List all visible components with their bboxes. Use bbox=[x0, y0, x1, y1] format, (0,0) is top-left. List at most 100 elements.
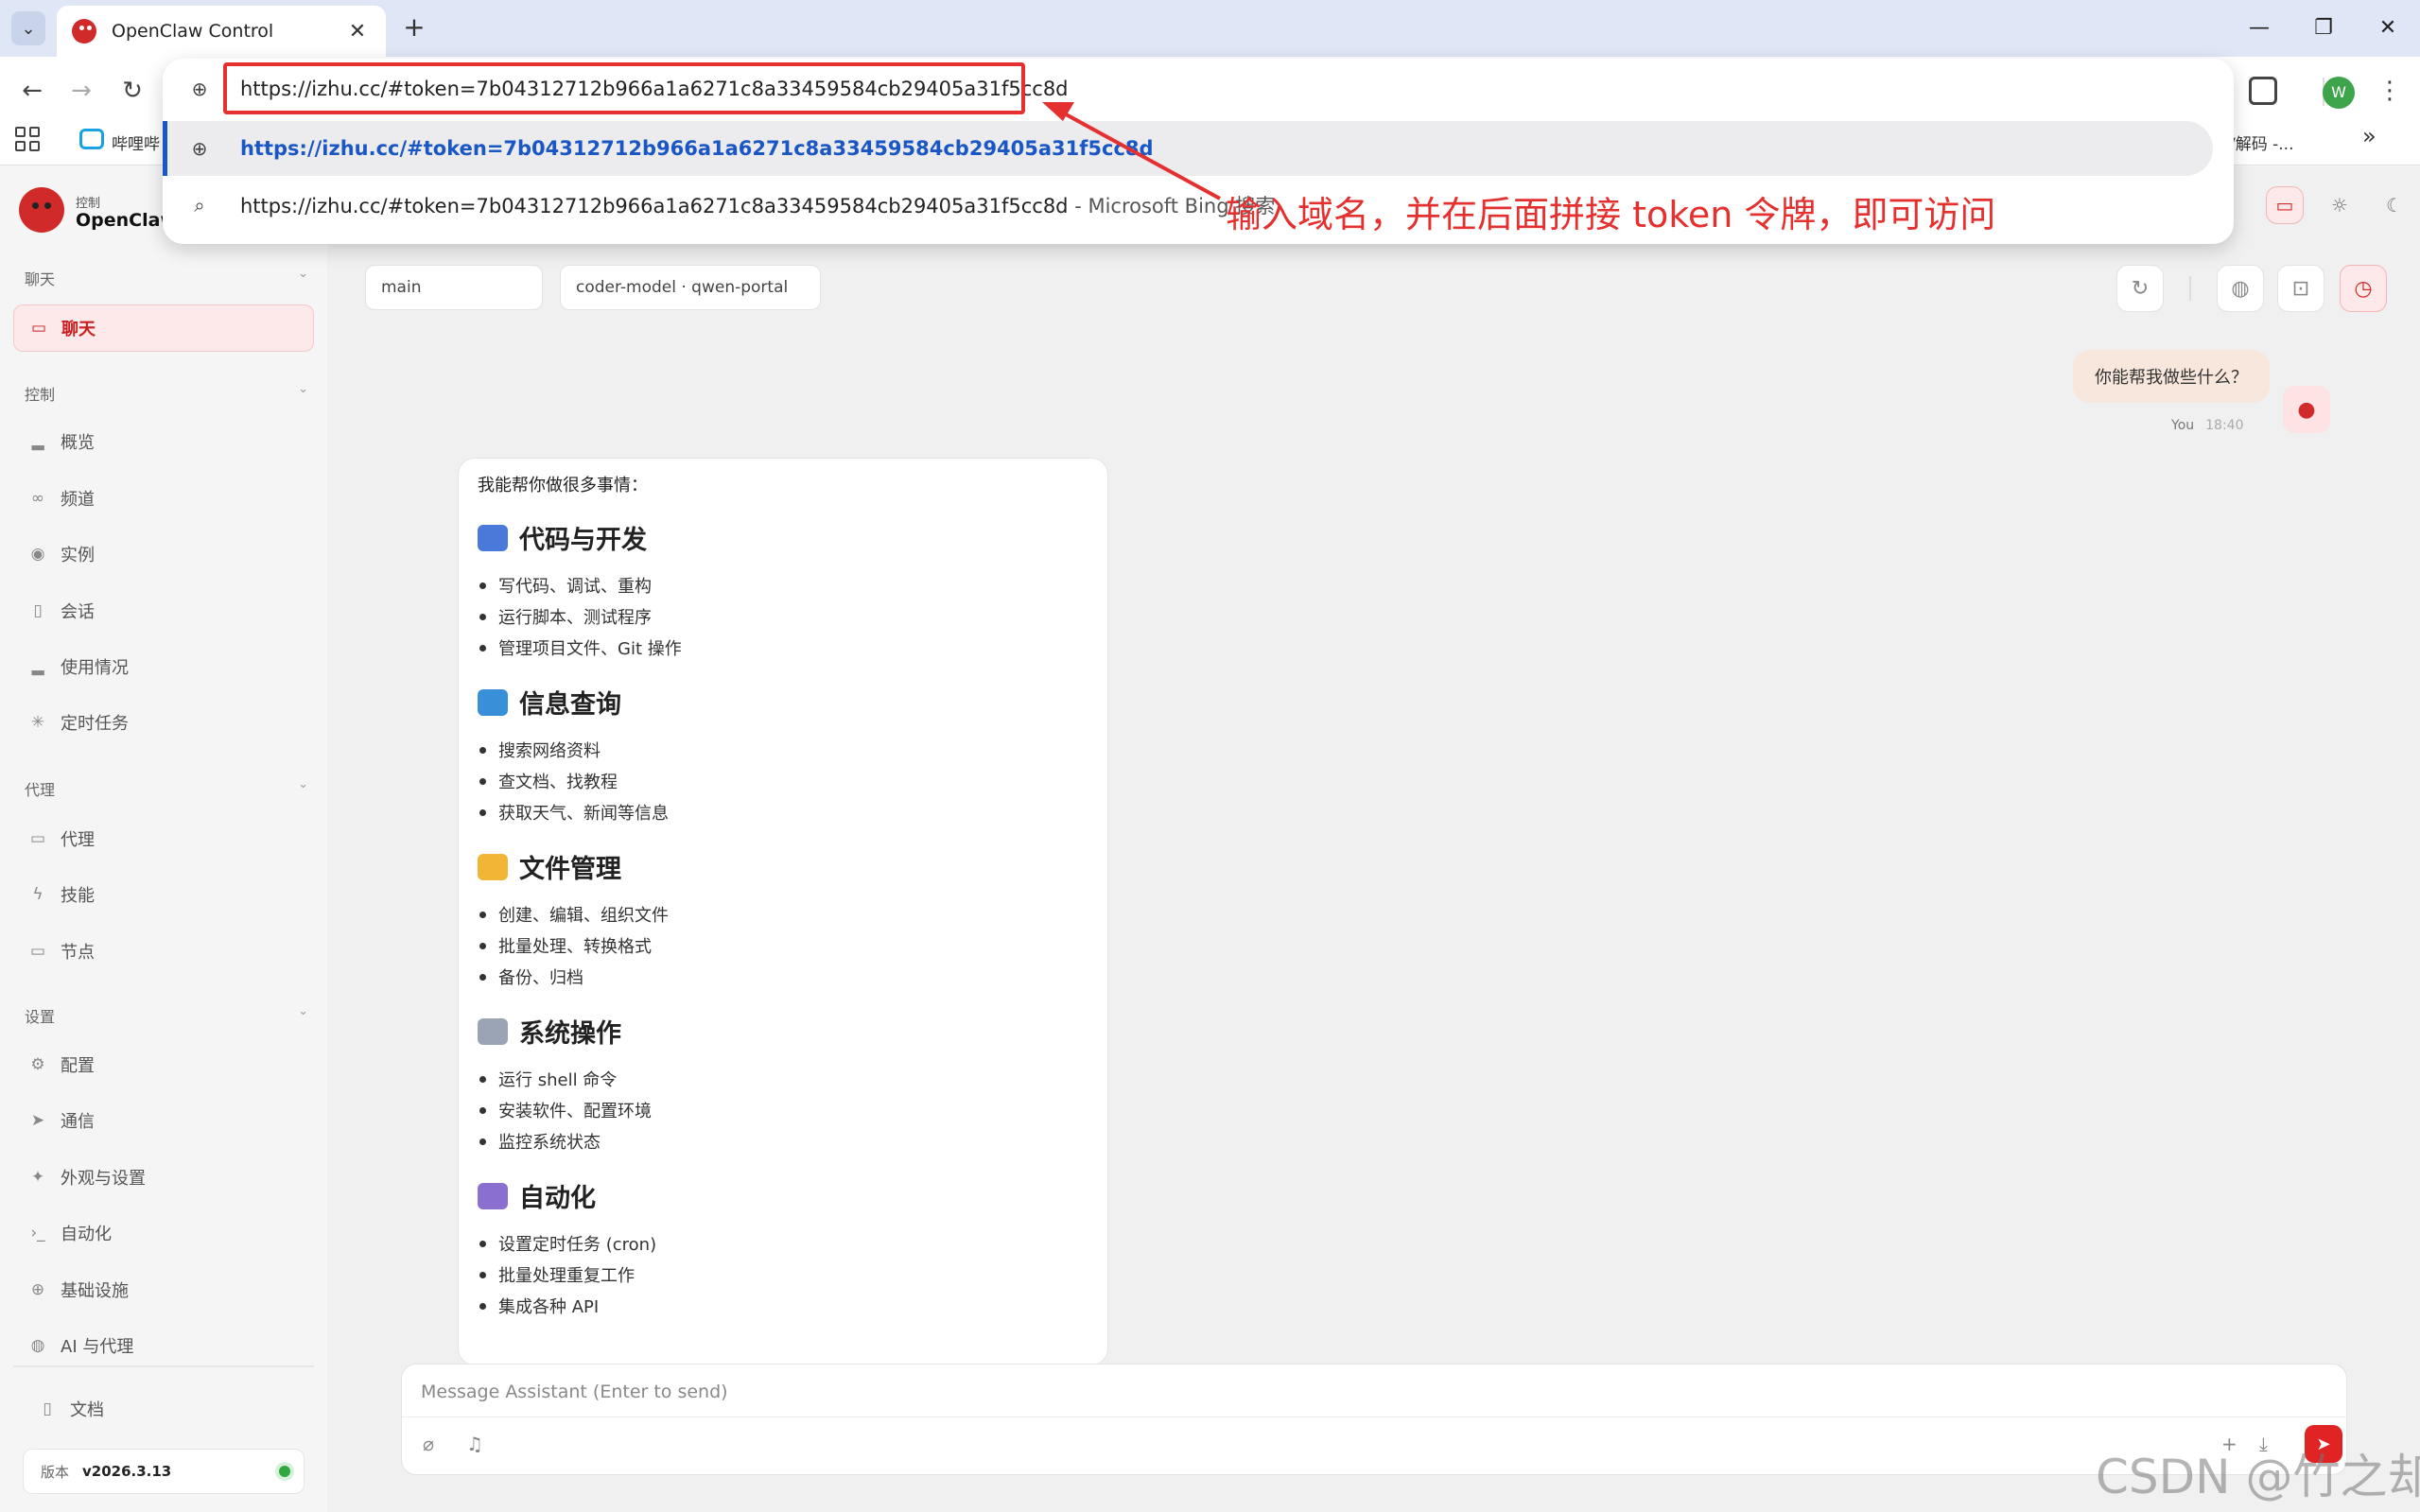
section-header-settings[interactable]: 设置 ⌄ bbox=[25, 1004, 308, 1027]
terminal-icon: ›_ bbox=[30, 1224, 45, 1243]
brain-icon: ◍ bbox=[2231, 276, 2250, 301]
list-item: 获取天气、新闻等信息 bbox=[478, 800, 1088, 831]
laptop-emoji bbox=[478, 524, 508, 551]
chat-icon: ▭ bbox=[30, 319, 47, 338]
sidebar-item-usage[interactable]: ▂ 使用情况 bbox=[13, 643, 314, 690]
assistant-section-title: 信息查询 bbox=[519, 690, 621, 720]
chevron-down-icon: ⌄ bbox=[298, 382, 308, 396]
focus-mode-button[interactable]: ⊡ bbox=[2277, 265, 2324, 312]
sidebar-item-automation[interactable]: ›_ 自动化 bbox=[13, 1209, 314, 1257]
section-header-chat[interactable]: 聊天 ⌄ bbox=[25, 267, 308, 289]
assistant-section-list: 创建、编辑、组织文件 批量处理、转换格式 备份、归档 bbox=[478, 902, 1088, 996]
session-select[interactable]: main bbox=[365, 265, 543, 310]
watermark: CSDN @竹之却 bbox=[2096, 1450, 2420, 1504]
folder-icon: ▭ bbox=[29, 829, 46, 848]
chevron-down-icon: ⌄ bbox=[298, 267, 308, 281]
assistant-section-title: 代码与开发 bbox=[519, 526, 647, 555]
refresh-icon: ↻ bbox=[2131, 276, 2150, 301]
list-item: 批量处理重复工作 bbox=[478, 1262, 1088, 1294]
list-item: 安装软件、配置环境 bbox=[478, 1098, 1088, 1129]
sidebar-item-chat[interactable]: ▭ 聊天 bbox=[13, 304, 314, 352]
folder-emoji bbox=[478, 853, 508, 880]
link-icon: ∞ bbox=[30, 489, 45, 508]
message-time: 18:40 bbox=[2205, 418, 2244, 433]
assistant-message: 我能帮你做很多事情： 代码与开发写代码、调试、重构 运行脚本、测试程序 管理项目文件… bbox=[458, 458, 1108, 1365]
chevron-down-icon: ⌄ bbox=[298, 777, 308, 791]
list-item: 设置定时任务 (cron) bbox=[478, 1231, 1088, 1262]
user-avatar: ● bbox=[2283, 386, 2330, 433]
sidebar-item-skills[interactable]: ϟ 技能 bbox=[13, 871, 314, 918]
section-header-control[interactable]: 控制 ⌄ bbox=[25, 382, 308, 405]
annotation-text: 输入域名，并在后面拼接 token 令牌，即可访问 bbox=[1226, 194, 1996, 235]
assistant-section-list: 写代码、调试、重构 运行脚本、测试程序 管理项目文件、Git 操作 bbox=[478, 573, 1088, 667]
assistant-section-list: 搜索网络资料 查文档、找教程 获取天气、新闻等信息 bbox=[478, 738, 1088, 831]
brain-icon: ◍ bbox=[30, 1336, 45, 1355]
assistant-section-title: 自动化 bbox=[519, 1184, 596, 1213]
assistant-section-heading: 代码与开发 bbox=[478, 519, 1088, 556]
focus-icon: ⊡ bbox=[2291, 276, 2310, 301]
sidebar-item-infrastructure[interactable]: ⊕ 基础设施 bbox=[13, 1266, 314, 1313]
composer-input[interactable]: Message Assistant (Enter to send) bbox=[421, 1382, 728, 1402]
sidebar-item-channels[interactable]: ∞ 频道 bbox=[13, 475, 314, 522]
bar-chart-icon: ▂ bbox=[31, 657, 44, 676]
assistant-section-heading: 文件管理 bbox=[478, 848, 1088, 885]
list-item: 运行 shell 命令 bbox=[478, 1067, 1088, 1098]
gear-emoji bbox=[478, 1017, 508, 1045]
history-button[interactable]: ◷ bbox=[2340, 265, 2387, 312]
assistant-section-title: 文件管理 bbox=[519, 855, 621, 884]
loader-icon: ✳ bbox=[30, 713, 45, 732]
assistant-intro: 我能帮你做很多事情： bbox=[478, 476, 648, 495]
bar-chart-icon: ▂ bbox=[31, 432, 44, 451]
sidebar-item-overview[interactable]: ▂ 概览 bbox=[13, 418, 314, 465]
sidebar-item-nodes[interactable]: ▭ 节点 bbox=[13, 928, 314, 975]
list-item: 集成各种 API bbox=[478, 1294, 1088, 1325]
globe-icon: ⊕ bbox=[30, 1280, 45, 1299]
magnifier-emoji bbox=[478, 688, 508, 716]
composer-divider bbox=[402, 1416, 2348, 1417]
list-item: 运行脚本、测试程序 bbox=[478, 604, 1088, 635]
annotation-arrow bbox=[1042, 102, 1221, 200]
monitor-icon: ▭ bbox=[29, 942, 46, 961]
document-icon: ▯ bbox=[33, 601, 43, 620]
version-label: 版本 bbox=[41, 1463, 70, 1481]
user-message-meta: You 18:40 bbox=[2171, 418, 2244, 433]
list-item: 备份、归档 bbox=[478, 965, 1088, 996]
user-name: You bbox=[2171, 418, 2195, 433]
list-item: 创建、编辑、组织文件 bbox=[478, 902, 1088, 933]
sidebar-item-docs[interactable]: ▯ 文档 bbox=[23, 1385, 323, 1433]
sidebar-item-appearance[interactable]: ✦ 外观与设置 bbox=[13, 1154, 314, 1201]
send-icon: ➤ bbox=[30, 1111, 45, 1130]
section-header-agents[interactable]: 代理 ⌄ bbox=[25, 777, 308, 800]
chevron-down-icon: ⌄ bbox=[298, 1004, 308, 1018]
list-item: 管理项目文件、Git 操作 bbox=[478, 635, 1088, 667]
status-online-icon bbox=[279, 1466, 290, 1477]
sparkle-icon: ✦ bbox=[30, 1168, 45, 1187]
assistant-section-heading: 信息查询 bbox=[478, 684, 1088, 721]
sidebar-item-instances[interactable]: ◉ 实例 bbox=[13, 530, 314, 578]
assistant-section-heading: 系统操作 bbox=[478, 1013, 1088, 1050]
attach-icon[interactable]: ⌀ bbox=[423, 1433, 434, 1455]
radio-icon: ◉ bbox=[30, 545, 45, 564]
user-message-bubble: 你能帮我做些什么？ bbox=[2073, 350, 2270, 403]
sidebar-divider bbox=[13, 1365, 314, 1367]
microphone-icon[interactable]: ♫ bbox=[466, 1433, 483, 1455]
sidebar-item-ai-agents[interactable]: ◍ AI 与代理 bbox=[13, 1322, 314, 1369]
model-select[interactable]: coder-model · qwen-portal bbox=[560, 265, 821, 310]
assistant-sections: 代码与开发写代码、调试、重构 运行脚本、测试程序 管理项目文件、Git 操作信息查询… bbox=[478, 519, 1088, 1325]
thinking-toggle-button[interactable]: ◍ bbox=[2217, 265, 2264, 312]
message-composer[interactable]: Message Assistant (Enter to send) ⌀ ♫ + … bbox=[401, 1364, 2348, 1475]
version-value: v2026.3.13 bbox=[82, 1463, 172, 1480]
sidebar-item-sessions[interactable]: ▯ 会话 bbox=[13, 587, 314, 634]
clock-icon: ◷ bbox=[2354, 276, 2373, 301]
sidebar-item-cron[interactable]: ✳ 定时任务 bbox=[13, 699, 314, 746]
version-badge: 版本 v2026.3.13 bbox=[23, 1449, 305, 1494]
controls-divider bbox=[2189, 276, 2191, 301]
list-item: 查文档、找教程 bbox=[478, 769, 1088, 800]
gear-icon: ⚙ bbox=[30, 1055, 45, 1074]
sidebar-item-agents[interactable]: ▭ 代理 bbox=[13, 815, 314, 862]
sidebar-item-config[interactable]: ⚙ 配置 bbox=[13, 1041, 314, 1088]
book-icon: ▯ bbox=[43, 1399, 52, 1418]
sidebar-item-communication[interactable]: ➤ 通信 bbox=[13, 1097, 314, 1144]
refresh-button[interactable]: ↻ bbox=[2116, 265, 2164, 312]
assistant-section-list: 设置定时任务 (cron) 批量处理重复工作 集成各种 API bbox=[478, 1231, 1088, 1325]
